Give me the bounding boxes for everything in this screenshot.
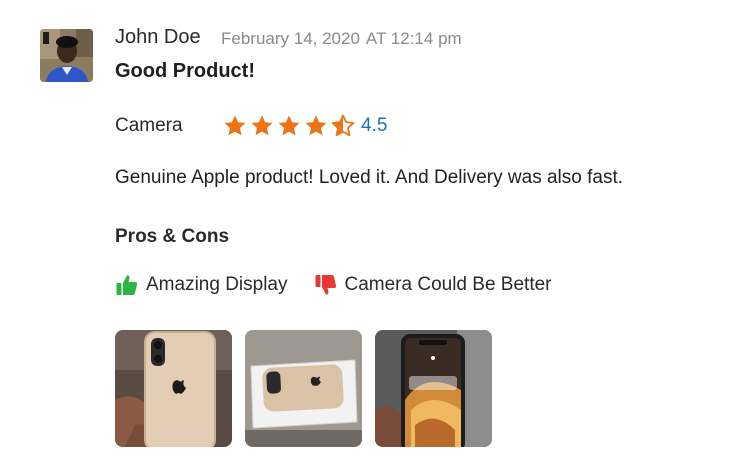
review-date: February 14, 2020 AT 12:14 pm — [221, 29, 462, 49]
star-full-icon — [224, 115, 246, 136]
rating-row: Camera 4.5 — [115, 111, 387, 141]
review-date-text: February 14, 2020 — [221, 29, 360, 48]
review-text: Genuine Apple product! Loved it. And Del… — [115, 167, 624, 188]
star-full-icon — [278, 115, 300, 136]
pros-cons-heading: Pros & Cons — [115, 226, 230, 247]
rating-value: 4.5 — [361, 115, 388, 136]
review-photos — [115, 330, 492, 447]
star-half-icon — [331, 114, 355, 137]
pro-item: Amazing Display — [115, 273, 288, 297]
review-time: AT 12:14 pm — [365, 29, 462, 48]
review-photo[interactable] — [375, 330, 492, 447]
con-item: Camera Could Be Better — [314, 273, 552, 297]
rating-label: Camera — [115, 115, 183, 136]
thumbs-up-icon — [116, 275, 138, 295]
pro-label: Amazing Display — [146, 274, 288, 295]
star-rating — [223, 114, 355, 138]
reviewer-name[interactable]: John Doe — [115, 26, 201, 49]
review-photo[interactable] — [245, 330, 362, 447]
review-photo[interactable] — [115, 330, 232, 447]
avatar[interactable] — [40, 29, 93, 82]
con-label: Camera Could Be Better — [344, 274, 552, 295]
review-card: John Doe February 14, 2020 AT 12:14 pm Go… — [0, 0, 731, 475]
star-full-icon — [251, 115, 273, 136]
pros-cons-row: Amazing Display Camera Could Be Better — [115, 273, 552, 297]
review-title: Good Product! — [115, 60, 255, 82]
star-full-icon — [305, 115, 327, 136]
thumbs-down-icon — [315, 275, 336, 295]
